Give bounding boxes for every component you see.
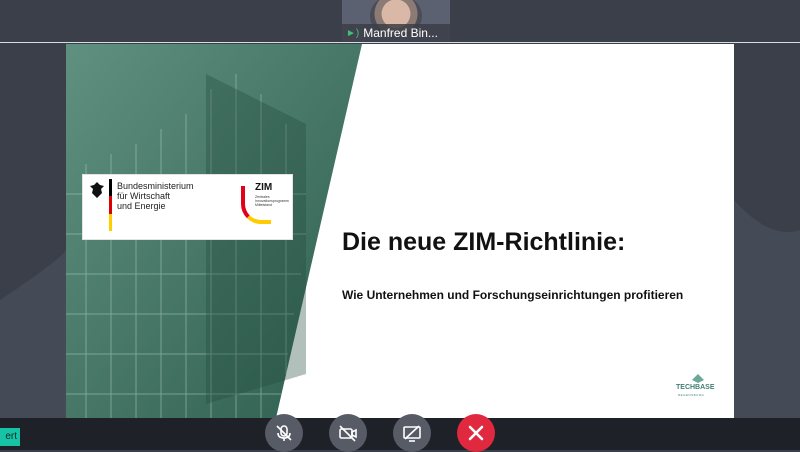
zim-logo: ZIM Zentrales Innovationsprogramm Mittel… [241, 180, 291, 234]
ministry-line2: für Wirtschaft [117, 191, 171, 201]
mute-microphone-button[interactable] [265, 414, 303, 452]
ministry-logo: Bundesministerium für Wirtschaft und Ene… [83, 175, 292, 239]
zim-subtitle: Zentrales Innovationsprogramm Mittelstan… [255, 195, 289, 207]
participant-namebar: ►) Manfred Bin... [342, 24, 450, 42]
slide-title: Die neue ZIM-Richtlinie: [342, 228, 626, 256]
screen-share-off-icon [403, 425, 421, 442]
screen-share-button[interactable] [393, 414, 431, 452]
slide-subtitle: Wie Unternehmen und Forschungseinrichtun… [342, 288, 684, 302]
end-call-button[interactable] [457, 414, 495, 452]
top-divider [0, 42, 800, 43]
close-icon [468, 425, 484, 441]
ministry-line3: und Energie [117, 201, 166, 211]
ministry-name: Bundesministerium für Wirtschaft und Ene… [117, 181, 194, 211]
camera-button[interactable] [329, 414, 367, 452]
participant-name: Manfred Bin... [363, 26, 438, 40]
eagle-icon [90, 182, 104, 198]
techbase-name: TECHBASE [676, 384, 715, 391]
camera-off-icon [339, 425, 357, 442]
speaker-icon: ►) [346, 27, 360, 39]
status-badge[interactable]: ert [0, 428, 20, 446]
german-flag-stripe [109, 179, 112, 231]
techbase-logo: TECHBASE REGENSBURG [676, 372, 720, 398]
zim-title: ZIM [255, 182, 273, 193]
techbase-icon [692, 374, 704, 383]
ministry-line1: Bundesministerium [117, 181, 194, 191]
techbase-tagline: REGENSBURG [678, 393, 705, 397]
shared-slide: Bundesministerium für Wirtschaft und Ene… [66, 44, 734, 418]
participant-video-thumbnail[interactable]: ►) Manfred Bin... [342, 0, 450, 42]
microphone-off-icon [276, 425, 292, 441]
